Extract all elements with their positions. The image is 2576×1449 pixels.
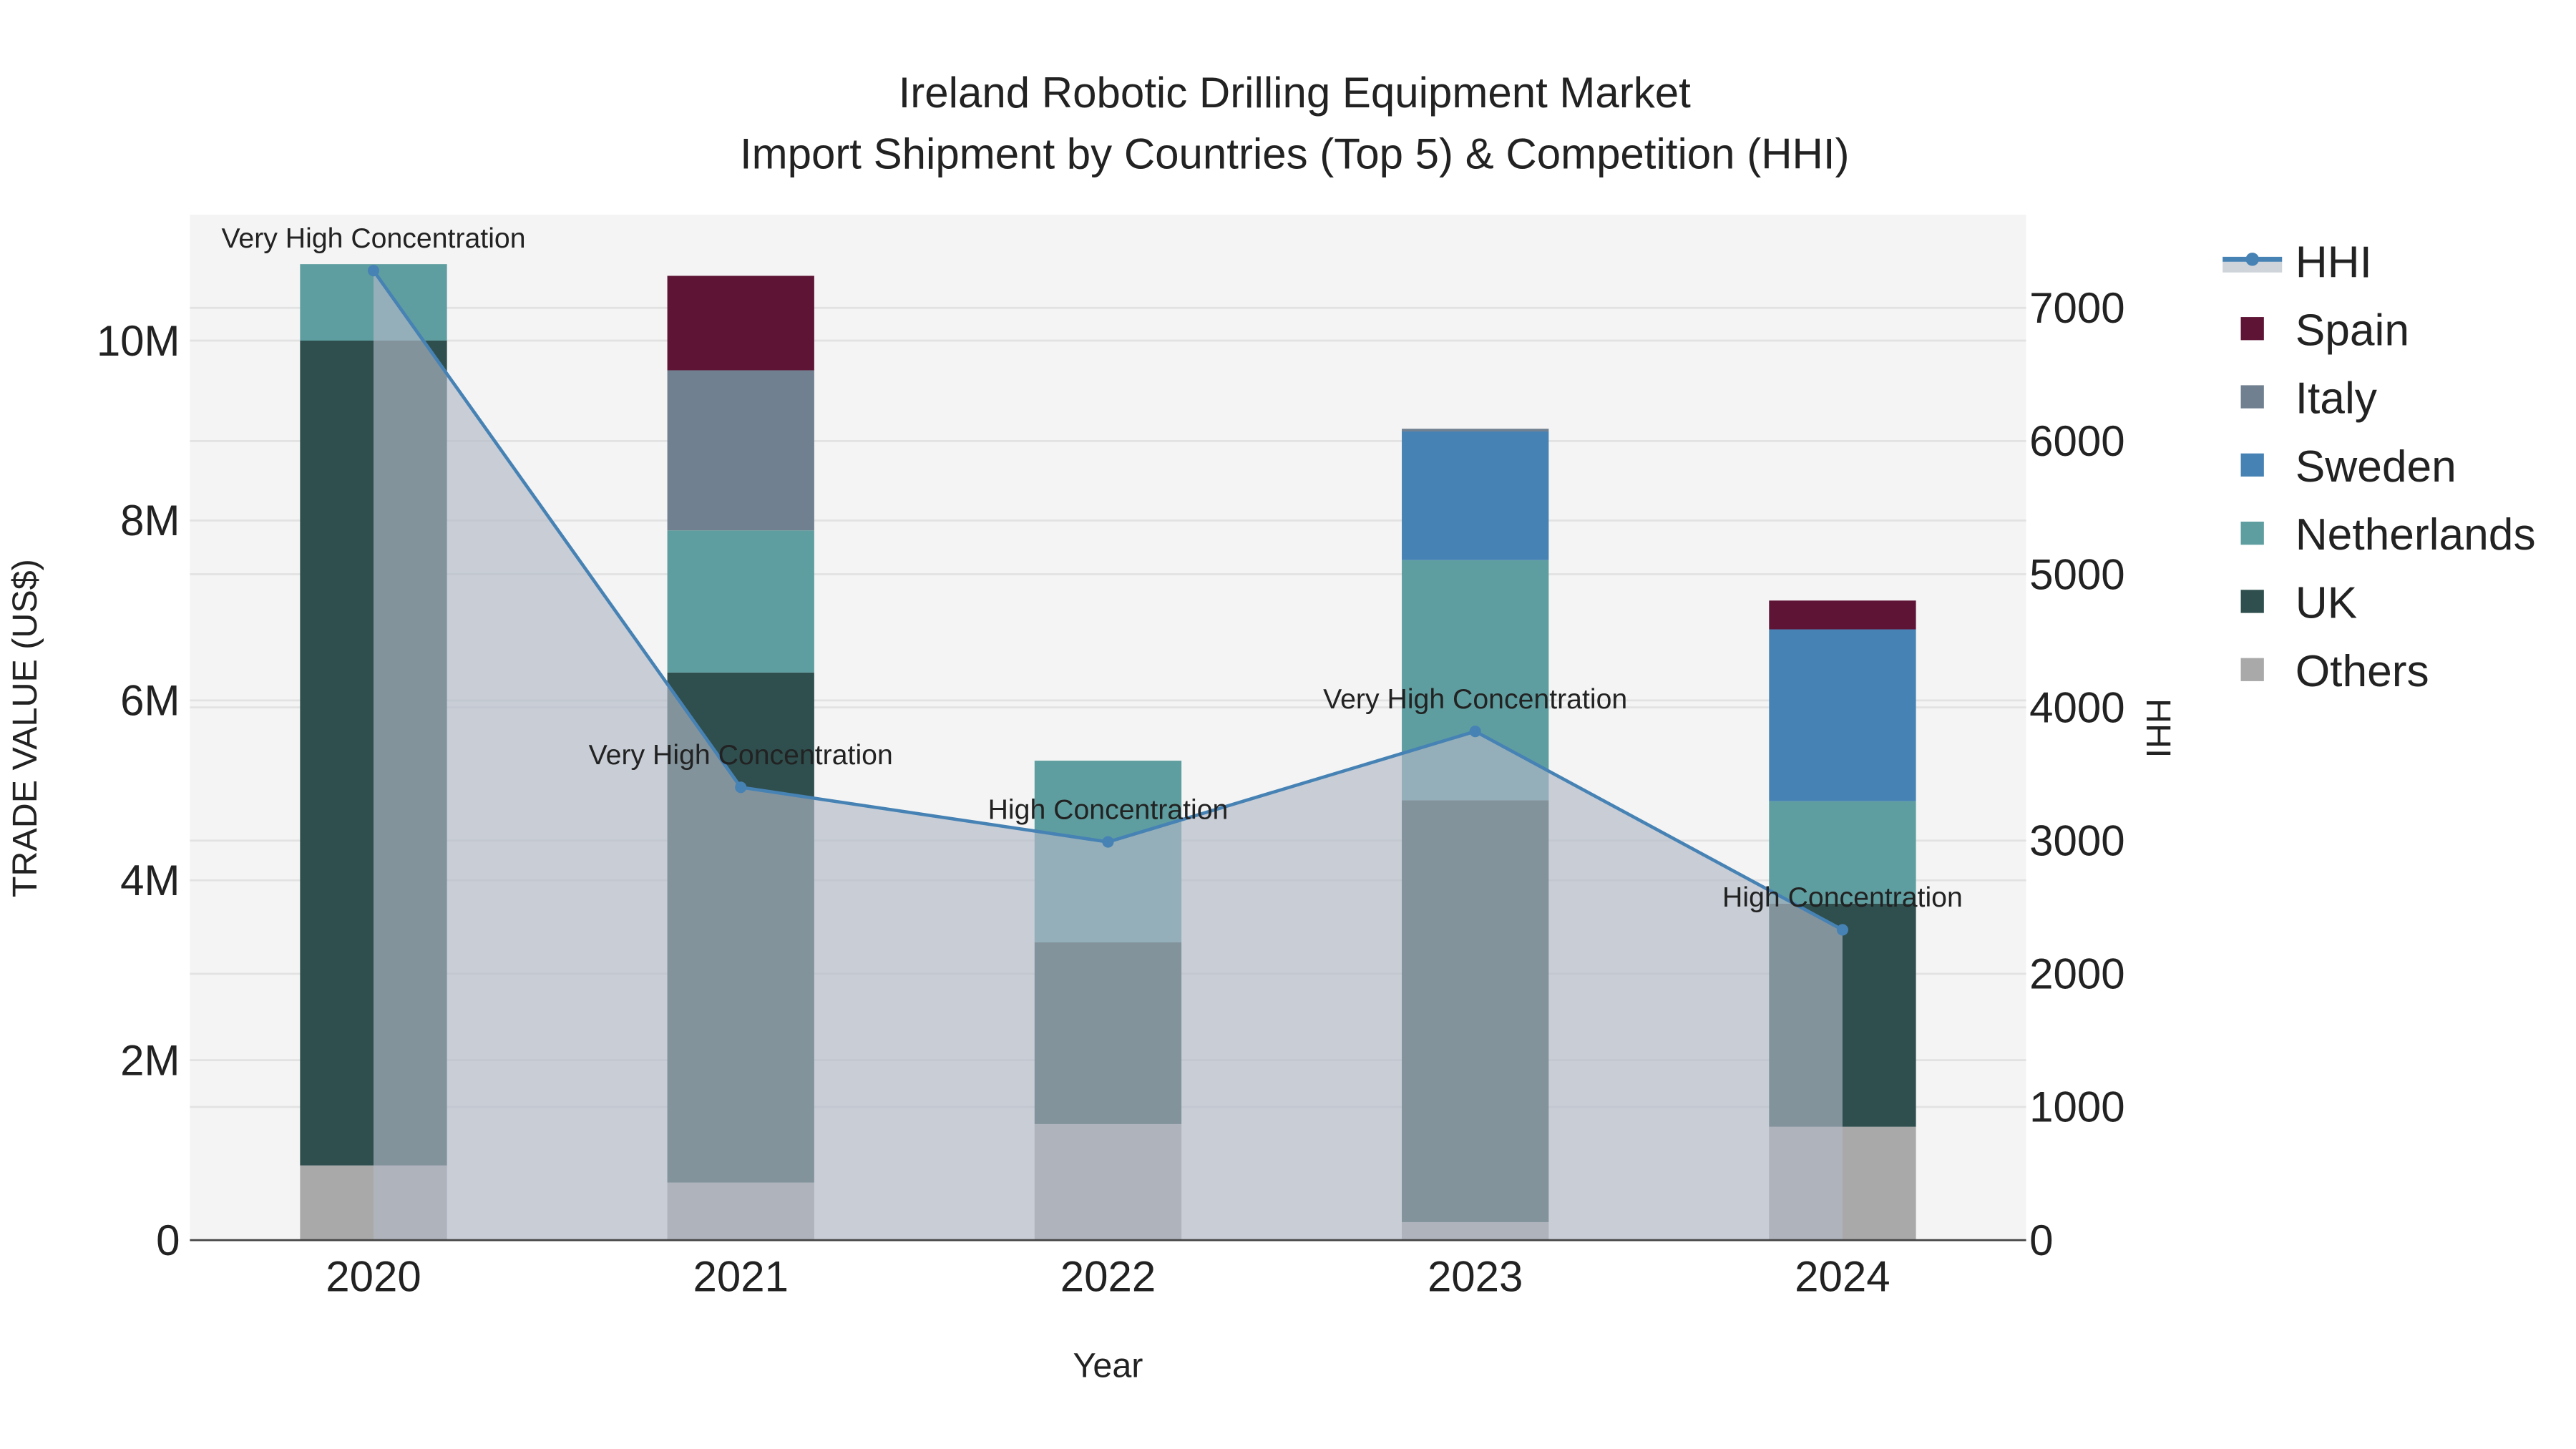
legend-label-spain: Spain — [2296, 306, 2409, 355]
x-tick-label: 2021 — [693, 1253, 788, 1301]
legend-swatch-uk — [2240, 590, 2264, 613]
bar-sweden-2023 — [1402, 431, 1549, 560]
hhi-annotation: Very High Concentration — [221, 223, 525, 254]
y-tick-label: 10M — [97, 317, 180, 365]
hhi-point — [367, 265, 380, 277]
x-tick-label: 2023 — [1428, 1253, 1523, 1301]
y-tick-label: 6M — [120, 677, 180, 725]
hhi-annotation: High Concentration — [988, 794, 1229, 825]
x-axis-title: Year — [1073, 1347, 1143, 1385]
bar-sweden-2024 — [1769, 629, 1916, 801]
legend-label-netherlands: Netherlands — [2296, 510, 2536, 560]
y-tick-label: 8M — [120, 497, 180, 545]
legend-label-italy: Italy — [2296, 374, 2378, 424]
legend-swatch-sweden — [2240, 453, 2264, 477]
y2-tick-label: 1000 — [2029, 1083, 2124, 1131]
legend-swatch-netherlands — [2240, 522, 2264, 545]
y2-tick-label: 6000 — [2029, 417, 2124, 465]
y2-tick-label: 3000 — [2029, 817, 2124, 865]
y2-axis-ticks: 0 1000 2000 3000 4000 5000 6000 7000 — [2029, 284, 2124, 1264]
x-axis-ticks: 2020 2021 2022 2023 2024 — [326, 1253, 1890, 1301]
y-tick-label: 2M — [120, 1036, 180, 1084]
legend-label-others: Others — [2296, 647, 2429, 696]
y2-tick-label: 7000 — [2029, 284, 2124, 332]
legend-label-hhi: HHI — [2296, 238, 2372, 288]
y2-tick-label: 2000 — [2029, 950, 2124, 998]
y2-tick-label: 4000 — [2029, 683, 2124, 731]
x-tick-label: 2024 — [1795, 1253, 1890, 1301]
y2-axis-title: HHI — [2139, 698, 2177, 758]
y-tick-label: 4M — [120, 857, 180, 904]
legend-swatch-others — [2240, 658, 2264, 681]
y2-tick-label: 5000 — [2029, 550, 2124, 598]
legend-label-sweden: Sweden — [2296, 442, 2457, 492]
y2-tick-label: 0 — [2029, 1216, 2053, 1264]
legend-swatch-italy — [2240, 385, 2264, 409]
y-axis-ticks: 0 2M 4M 6M 8M 10M — [97, 317, 180, 1264]
hhi-point — [1469, 726, 1481, 738]
chart-subtitle: Import Shipment by Countries (Top 5) & C… — [740, 130, 1850, 177]
x-tick-label: 2020 — [326, 1253, 421, 1301]
bar-italy-2021 — [667, 370, 814, 531]
bar-spain-2024 — [1769, 600, 1916, 630]
hhi-point — [735, 781, 747, 794]
legend-hhi-marker — [2245, 253, 2259, 266]
y-tick-label: 0 — [156, 1216, 180, 1264]
legend[interactable]: HHI Spain Italy Sweden Netherlands UK Others — [2223, 238, 2536, 696]
hhi-annotation: Very High Concentration — [1323, 683, 1627, 715]
bar-italy-2023 — [1402, 429, 1549, 431]
chart: Very High Concentration Very High Concent… — [6, 69, 2536, 1385]
x-tick-label: 2022 — [1060, 1253, 1156, 1301]
bar-netherlands-2021 — [667, 530, 814, 673]
legend-swatch-spain — [2240, 317, 2264, 341]
hhi-point — [1102, 836, 1114, 848]
legend-label-uk: UK — [2296, 579, 2358, 628]
hhi-point — [1836, 924, 1848, 936]
hhi-annotation: High Concentration — [1722, 882, 1963, 913]
bar-spain-2021 — [667, 275, 814, 371]
chart-title: Ireland Robotic Drilling Equipment Marke… — [899, 69, 1691, 117]
hhi-annotation: Very High Concentration — [589, 739, 893, 771]
y-axis-title: TRADE VALUE (US$) — [6, 559, 44, 897]
